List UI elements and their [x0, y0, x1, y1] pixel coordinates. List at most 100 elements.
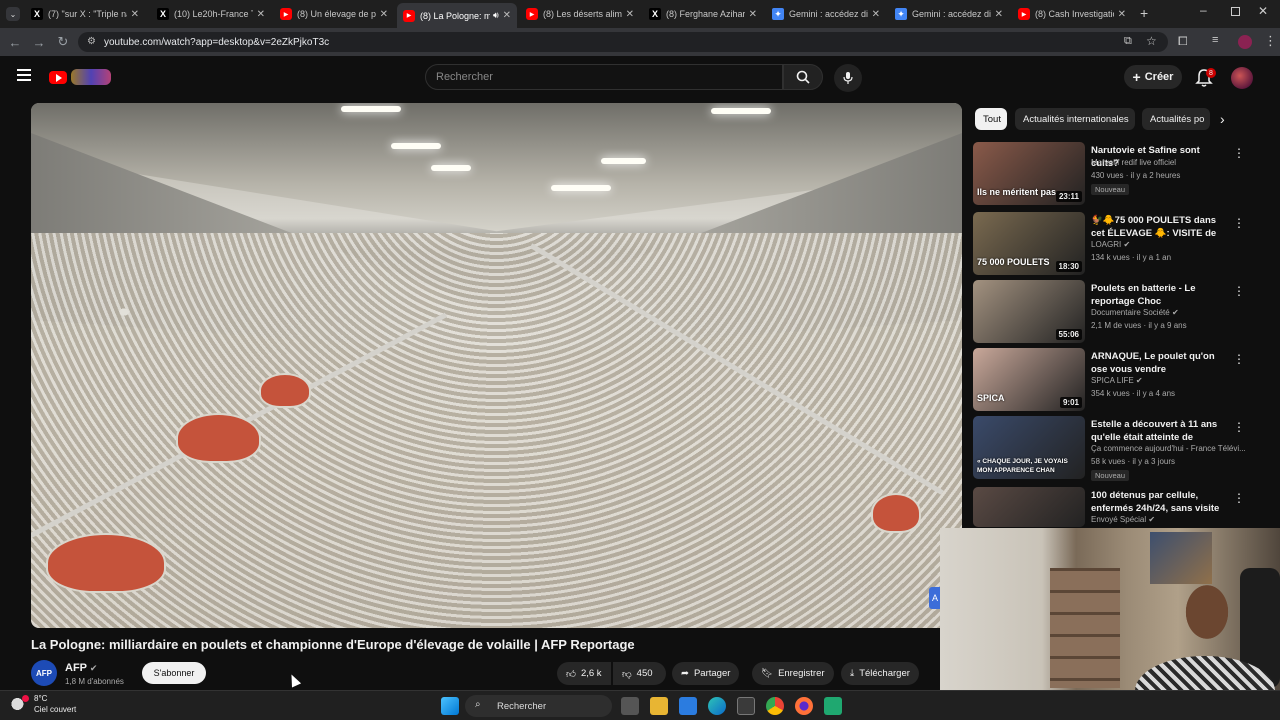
- green-app-icon[interactable]: [824, 697, 842, 715]
- browser-tab[interactable]: ▶ (8) Les déserts alime ✕: [520, 4, 640, 24]
- browser-tab[interactable]: ▶ (8) La Pologne: m 🔊︎ ✕: [397, 3, 517, 28]
- recommended-title[interactable]: 100 détenus par cellule, enfermés 24h/24…: [1091, 489, 1226, 516]
- recommended-title[interactable]: 🐓🐥75 000 POULETS dans cet ÉLEVAGE 🐥: VIS…: [1091, 214, 1226, 241]
- video-player[interactable]: [31, 103, 962, 628]
- file-explorer-icon[interactable]: [650, 697, 668, 715]
- subscribe-button[interactable]: S'abonner: [142, 662, 206, 684]
- more-options-icon[interactable]: ⋮: [1233, 491, 1245, 505]
- recommended-channel[interactable]: SPICA LIFE ✔: [1091, 376, 1143, 385]
- video-thumbnail[interactable]: Ils ne méritent pas 23:11: [973, 142, 1085, 205]
- create-button[interactable]: + Créer: [1124, 65, 1182, 89]
- more-options-icon[interactable]: ⋮: [1233, 146, 1245, 160]
- windows-taskbar: [0, 690, 1280, 720]
- recommended-meta: 134 k vues · il y a 1 an: [1091, 253, 1172, 262]
- close-tab-icon[interactable]: ✕: [257, 9, 265, 20]
- browser-tab[interactable]: ✦ Gemini : accédez dire ✕: [889, 4, 1009, 24]
- close-tab-icon[interactable]: ✕: [872, 9, 880, 20]
- new-badge: Nouveau: [1091, 184, 1130, 195]
- tab-list-chevron-icon[interactable]: ⌄: [6, 7, 20, 21]
- browser-tab[interactable]: X (10) Le20h-France Tél ✕: [151, 4, 271, 24]
- recommended-video[interactable]: SPICA 9:01 ARNAQUE, Le poulet qu'on ose vo…: [973, 348, 1273, 412]
- windows-start-icon[interactable]: [441, 697, 459, 715]
- video-thumbnail[interactable]: « CHAQUE JOUR, JE VOYAIS MON APPARENCE C…: [973, 416, 1085, 479]
- recommended-title[interactable]: Poulets en batterie - Le reportage Choc: [1091, 282, 1226, 308]
- firefox-icon[interactable]: [795, 697, 813, 715]
- taskbar-search[interactable]: ⌕ Rechercher: [465, 695, 612, 717]
- extensions-icon[interactable]: ⧠: [1178, 34, 1188, 49]
- profile-icon[interactable]: [1238, 35, 1252, 49]
- browser-tab[interactable]: ▶ (8) Un élevage de po ✕: [274, 4, 394, 24]
- youtube-header: Rechercher + Créer: [0, 56, 1280, 100]
- url-field[interactable]: ⚙ youtube.com/watch?app=desktop&v=2eZkPj…: [78, 32, 1168, 52]
- search-input[interactable]: Rechercher: [425, 64, 783, 90]
- browser-tab[interactable]: X (7) "sur X : "Triple natu ✕: [25, 4, 145, 24]
- youtube-logo[interactable]: [49, 69, 111, 87]
- browser-tab[interactable]: ✦ Gemini : accédez dire ✕: [766, 4, 886, 24]
- bookmark-star-icon[interactable]: ☆: [1146, 34, 1157, 48]
- edge-icon[interactable]: [708, 697, 726, 715]
- chips-next-chevron-icon[interactable]: ›: [1220, 111, 1225, 127]
- new-tab-icon[interactable]: +: [1140, 5, 1148, 21]
- close-window-icon[interactable]: ✕: [1258, 4, 1268, 18]
- site-info-icon[interactable]: ⚙: [87, 36, 96, 47]
- video-thumbnail[interactable]: 55:06: [973, 280, 1085, 343]
- search-button[interactable]: [783, 64, 823, 90]
- video-thumbnail[interactable]: SPICA 9:01: [973, 348, 1085, 411]
- like-button[interactable]: 👍︎ 2,6 k: [557, 662, 611, 685]
- recommended-video[interactable]: 55:06 Poulets en batterie - Le reportage …: [973, 280, 1273, 344]
- task-view-icon[interactable]: [621, 697, 639, 715]
- maximize-icon[interactable]: [1231, 7, 1240, 16]
- recommended-channel[interactable]: Envoyé Spécial ✔: [1091, 515, 1155, 524]
- store-icon[interactable]: [679, 697, 697, 715]
- recommended-channel[interactable]: Documentaire Société ✔: [1091, 308, 1179, 317]
- close-tab-icon[interactable]: ✕: [626, 9, 634, 20]
- install-app-icon[interactable]: ⧉: [1124, 35, 1132, 48]
- share-button[interactable]: ➦ Partager: [672, 662, 740, 685]
- browser-menu-icon[interactable]: ⋮: [1264, 33, 1277, 49]
- more-options-icon[interactable]: ⋮: [1233, 352, 1245, 366]
- dislike-button[interactable]: 👎︎ 450: [613, 662, 666, 685]
- video-thumbnail[interactable]: [973, 487, 1085, 527]
- hamburger-menu-icon[interactable]: [17, 69, 31, 81]
- recommended-channel[interactable]: LOAGRI ✔: [1091, 240, 1130, 249]
- recommended-channel-name: Ça commence aujourd'hui - France Télévi.…: [1091, 444, 1246, 453]
- close-tab-icon[interactable]: ✕: [131, 9, 139, 20]
- close-tab-icon[interactable]: ✕: [995, 9, 1003, 20]
- recommended-title[interactable]: Estelle a découvert à 11 ans qu'elle éta…: [1091, 418, 1226, 445]
- browser-tab[interactable]: ▶ (8) Cash Investigatio ✕: [1012, 4, 1132, 24]
- close-tab-icon[interactable]: ✕: [749, 9, 757, 20]
- app-grid-icon[interactable]: [737, 697, 755, 715]
- more-options-icon[interactable]: ⋮: [1233, 420, 1245, 434]
- account-avatar[interactable]: [1231, 67, 1253, 89]
- minimize-icon[interactable]: –: [1200, 3, 1207, 17]
- more-options-icon[interactable]: ⋮: [1233, 284, 1245, 298]
- recommended-video[interactable]: 75 000 POULETS 18:30 🐓🐥75 000 POULETS dans…: [973, 212, 1273, 276]
- close-tab-icon[interactable]: ✕: [1118, 9, 1126, 20]
- close-tab-icon[interactable]: ✕: [380, 9, 388, 20]
- channel-name[interactable]: AFP ✔: [65, 662, 97, 674]
- recommended-channel[interactable]: Ça commence aujourd'hui - France Télévi.…: [1091, 444, 1246, 453]
- recommended-video[interactable]: 100 détenus par cellule, enfermés 24h/24…: [973, 487, 1273, 527]
- voice-search-button[interactable]: [834, 64, 862, 92]
- recommended-video[interactable]: Ils ne méritent pas 23:11 Narutovie et Saf…: [973, 142, 1273, 206]
- filter-chip[interactable]: Actualités po: [1142, 108, 1210, 130]
- channel-avatar[interactable]: AFP: [31, 660, 57, 686]
- recommended-channel[interactable]: Marvelff redif live officiel: [1091, 158, 1176, 167]
- recommended-title[interactable]: ARNAQUE, Le poulet qu'on ose vous vendre: [1091, 350, 1226, 376]
- youtube-icon: ▶: [526, 8, 538, 20]
- close-tab-icon[interactable]: ✕: [503, 10, 511, 21]
- filter-chip[interactable]: Actualités internationales: [1015, 108, 1135, 130]
- download-button[interactable]: ⤓ Télécharger: [841, 662, 919, 685]
- more-options-icon[interactable]: ⋮: [1233, 216, 1245, 230]
- browser-tab[interactable]: X (8) Ferghane Azihari (✕: [643, 4, 763, 24]
- save-button[interactable]: 🔖︎ Enregistrer: [752, 662, 834, 685]
- recommended-video[interactable]: « CHAQUE JOUR, JE VOYAIS MON APPARENCE C…: [973, 416, 1273, 481]
- filter-chip[interactable]: Tout: [975, 108, 1007, 130]
- video-thumbnail[interactable]: 75 000 POULETS 18:30: [973, 212, 1085, 275]
- chrome-icon[interactable]: [766, 697, 784, 715]
- back-icon[interactable]: ←: [6, 33, 24, 51]
- reload-icon[interactable]: ↻: [54, 33, 72, 51]
- media-controls-icon[interactable]: ≡: [1212, 34, 1218, 46]
- tab-audio-icon[interactable]: 🔊︎: [493, 10, 499, 21]
- forward-icon[interactable]: →: [30, 33, 48, 51]
